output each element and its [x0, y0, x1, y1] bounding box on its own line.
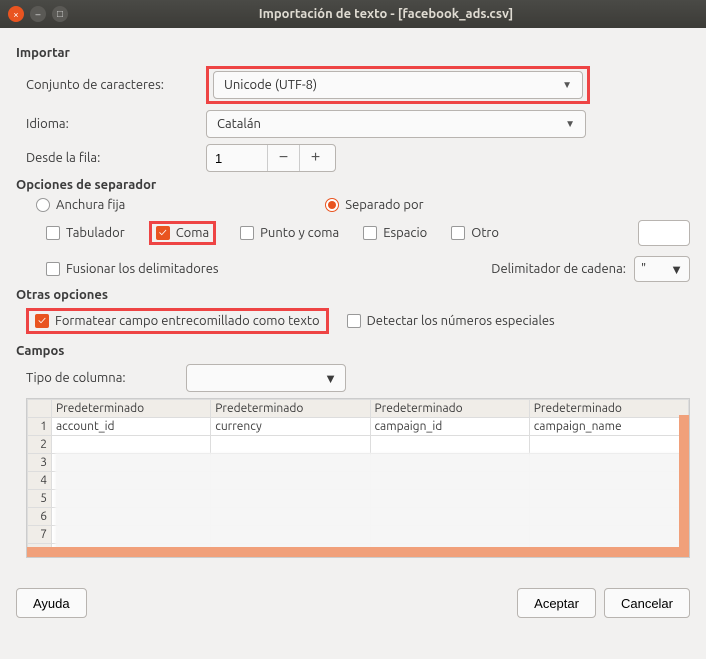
- window-minimize[interactable]: –: [30, 6, 46, 22]
- col-header[interactable]: Predeterminado: [211, 400, 370, 418]
- from-row-input[interactable]: [207, 151, 267, 166]
- string-delim-select[interactable]: " ▼: [634, 256, 690, 282]
- from-row-stepper[interactable]: − +: [206, 144, 336, 172]
- from-row-label: Desde la fila:: [26, 151, 206, 165]
- radio-fixed-label: Anchura fija: [56, 198, 125, 212]
- row-number: 5: [28, 490, 52, 508]
- chevron-down-icon: ▼: [562, 79, 572, 91]
- checkbox-space-label: Espacio: [383, 226, 427, 240]
- window-close[interactable]: ×: [8, 6, 24, 22]
- other-separator-input[interactable]: [638, 220, 690, 246]
- section-fields: Campos: [16, 344, 690, 358]
- checkbox-semicolon-label: Punto y coma: [260, 226, 339, 240]
- col-header[interactable]: Predeterminado: [370, 400, 529, 418]
- scrollbar-vertical[interactable]: [679, 415, 689, 557]
- row-number: 1: [28, 418, 52, 436]
- window-title: Importación de texto - [facebook_ads.csv…: [74, 7, 698, 21]
- ok-button[interactable]: Aceptar: [517, 588, 596, 618]
- row-number: 4: [28, 472, 52, 490]
- checkbox-comma-label: Coma: [176, 226, 209, 240]
- section-separator: Opciones de separador: [16, 178, 690, 192]
- row-number: 7: [28, 526, 52, 544]
- radio-separated-by[interactable]: Separado por: [325, 198, 423, 212]
- checkbox-tab[interactable]: Tabulador: [46, 226, 125, 240]
- checkbox-merge-label: Fusionar los delimitadores: [66, 262, 219, 276]
- cancel-button[interactable]: Cancelar: [604, 588, 690, 618]
- checkbox-detect-numbers[interactable]: Detectar los números especiales: [347, 308, 555, 334]
- checkbox-semicolon[interactable]: Punto y coma: [240, 226, 339, 240]
- checkbox-quoted-label: Formatear campo entrecomillado como text…: [55, 314, 320, 328]
- col-header[interactable]: Predeterminado: [52, 400, 211, 418]
- checkbox-merge[interactable]: Fusionar los delimitadores: [46, 262, 219, 276]
- checkbox-detect-label: Detectar los números especiales: [367, 314, 555, 328]
- radio-separated-label: Separado por: [345, 198, 423, 212]
- window-maximize[interactable]: □: [52, 6, 68, 22]
- blurred-region: [55, 453, 687, 555]
- language-label: Idioma:: [26, 117, 206, 131]
- column-type-label: Tipo de columna:: [26, 371, 186, 385]
- string-delim-label: Delimitador de cadena:: [491, 262, 626, 276]
- col-header[interactable]: Predeterminado: [529, 400, 688, 418]
- radio-fixed-width[interactable]: Anchura fija: [36, 198, 125, 212]
- checkbox-tab-label: Tabulador: [66, 226, 125, 240]
- checkbox-other[interactable]: Otro: [451, 226, 499, 240]
- column-type-select[interactable]: ▼: [186, 364, 346, 392]
- charset-label: Conjunto de caracteres:: [26, 78, 206, 92]
- section-other: Otras opciones: [16, 288, 690, 302]
- language-value: Catalán: [217, 117, 261, 131]
- chevron-down-icon: ▼: [324, 371, 337, 386]
- row-number: 6: [28, 508, 52, 526]
- checkbox-quoted-as-text[interactable]: Formatear campo entrecomillado como text…: [35, 314, 320, 328]
- row-number: 3: [28, 454, 52, 472]
- string-delim-value: ": [641, 262, 646, 276]
- chevron-down-icon: ▼: [565, 118, 575, 130]
- stepper-minus[interactable]: −: [267, 145, 299, 171]
- checkbox-space[interactable]: Espacio: [363, 226, 427, 240]
- section-import: Importar: [16, 46, 690, 60]
- row-number: 2: [28, 436, 52, 454]
- chevron-down-icon: ▼: [670, 262, 683, 277]
- help-button[interactable]: Ayuda: [16, 588, 87, 618]
- cell: currency: [211, 418, 370, 436]
- cell: account_id: [52, 418, 211, 436]
- stepper-plus[interactable]: +: [299, 145, 331, 171]
- scrollbar-horizontal[interactable]: [27, 547, 689, 557]
- checkbox-comma[interactable]: Coma: [156, 226, 209, 240]
- language-select[interactable]: Catalán ▼: [206, 110, 586, 138]
- charset-select[interactable]: Unicode (UTF-8) ▼: [213, 71, 583, 99]
- cell: campaign_name: [529, 418, 688, 436]
- checkbox-other-label: Otro: [471, 226, 499, 240]
- charset-value: Unicode (UTF-8): [224, 78, 317, 92]
- preview-grid[interactable]: Predeterminado Predeterminado Predetermi…: [26, 398, 690, 558]
- cell: campaign_id: [370, 418, 529, 436]
